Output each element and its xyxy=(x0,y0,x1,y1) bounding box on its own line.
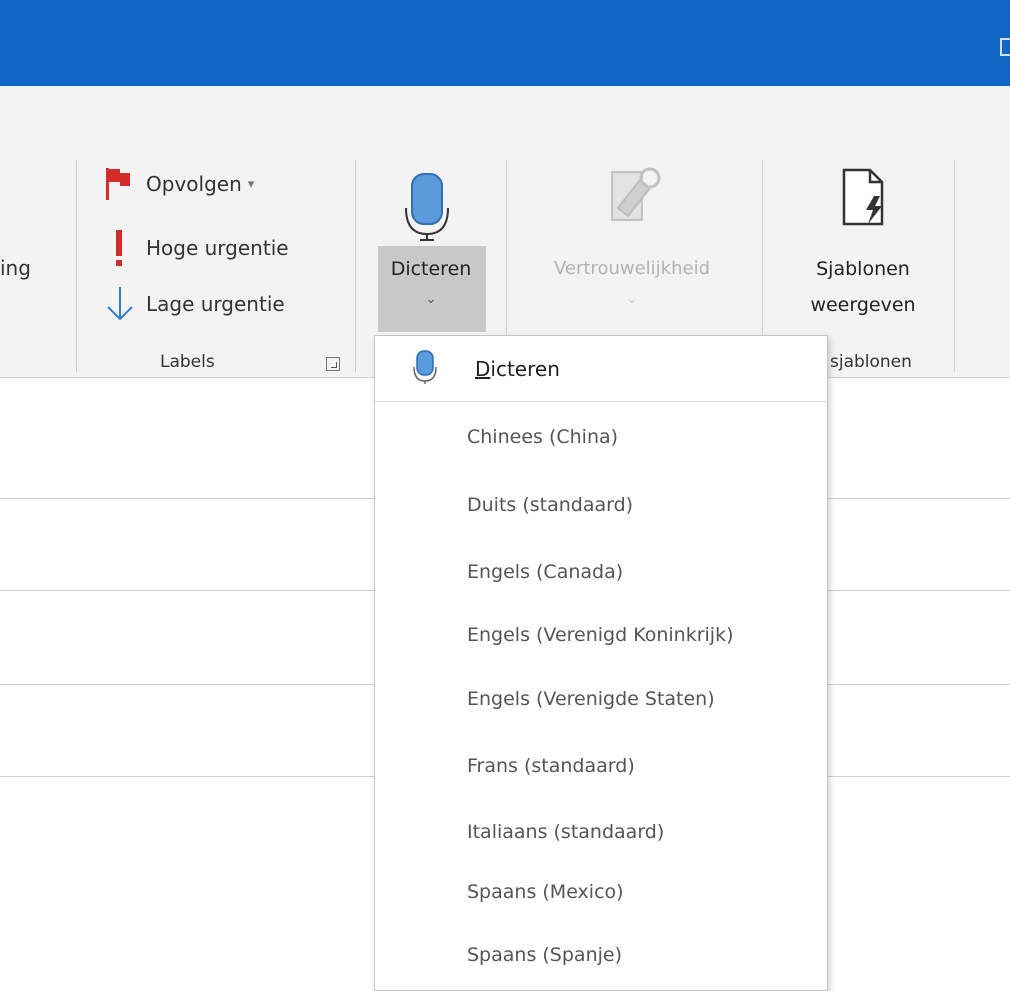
view-templates-label-1: Sjablonen xyxy=(816,258,910,280)
view-templates-button[interactable]: Sjablonen weergeven xyxy=(778,160,948,332)
menu-item-dictate-label: Dicteren xyxy=(475,356,560,381)
follow-up-button[interactable]: Opvolgen ▾ xyxy=(100,164,254,204)
high-importance-button[interactable]: Hoge urgentie xyxy=(100,228,289,268)
low-importance-label: Lage urgentie xyxy=(146,292,285,316)
ribbon-separator xyxy=(355,160,356,372)
menu-item-language[interactable]: Engels (Canada) xyxy=(467,561,623,583)
sensitivity-button[interactable]: Vertrouwelijkheid ⌄ xyxy=(512,160,752,332)
ribbon-separator xyxy=(76,160,77,372)
menu-item-language[interactable]: Italiaans (standaard) xyxy=(467,821,664,843)
dialog-launcher-icon[interactable] xyxy=(326,357,340,371)
exclamation-icon xyxy=(100,228,140,268)
menu-item-language[interactable]: Duits (standaard) xyxy=(467,494,633,516)
restore-window-icon[interactable] xyxy=(1000,38,1010,56)
dictate-dropdown-button[interactable] xyxy=(378,246,486,332)
menu-item-language[interactable]: Engels (Verenigde Staten) xyxy=(467,688,715,710)
menu-item-language[interactable]: Spaans (Mexico) xyxy=(467,881,624,903)
ribbon-separator xyxy=(954,160,955,372)
microphone-icon xyxy=(413,349,437,389)
sensitivity-icon xyxy=(606,166,664,232)
menu-item-language[interactable]: Spaans (Spanje) xyxy=(467,944,622,966)
flag-icon xyxy=(100,164,140,204)
menu-item-language[interactable]: Frans (standaard) xyxy=(467,755,635,777)
chevron-down-icon: ⌄ xyxy=(626,292,638,307)
menu-item-dictate[interactable]: Dicteren xyxy=(375,336,827,402)
low-importance-button[interactable]: Lage urgentie xyxy=(100,284,285,324)
view-templates-label-2: weergeven xyxy=(810,294,916,316)
high-importance-label: Hoge urgentie xyxy=(146,236,289,260)
dictate-language-menu: Dicteren Chinees (China) Duits (standaar… xyxy=(374,335,828,991)
chevron-down-icon: ▾ xyxy=(247,176,255,192)
template-icon xyxy=(838,166,892,234)
menu-item-language[interactable]: Chinees (China) xyxy=(467,426,618,448)
templates-group-label: sjablonen xyxy=(830,352,912,372)
partial-ribbon-label: ing xyxy=(0,256,31,280)
arrow-down-icon xyxy=(100,284,140,324)
microphone-icon xyxy=(402,172,462,248)
sensitivity-label: Vertrouwelijkheid xyxy=(553,258,710,279)
menu-item-language[interactable]: Engels (Verenigd Koninkrijk) xyxy=(467,624,734,646)
title-bar xyxy=(0,0,1010,86)
labels-group-label: Labels xyxy=(160,352,215,372)
follow-up-label: Opvolgen xyxy=(146,172,242,196)
